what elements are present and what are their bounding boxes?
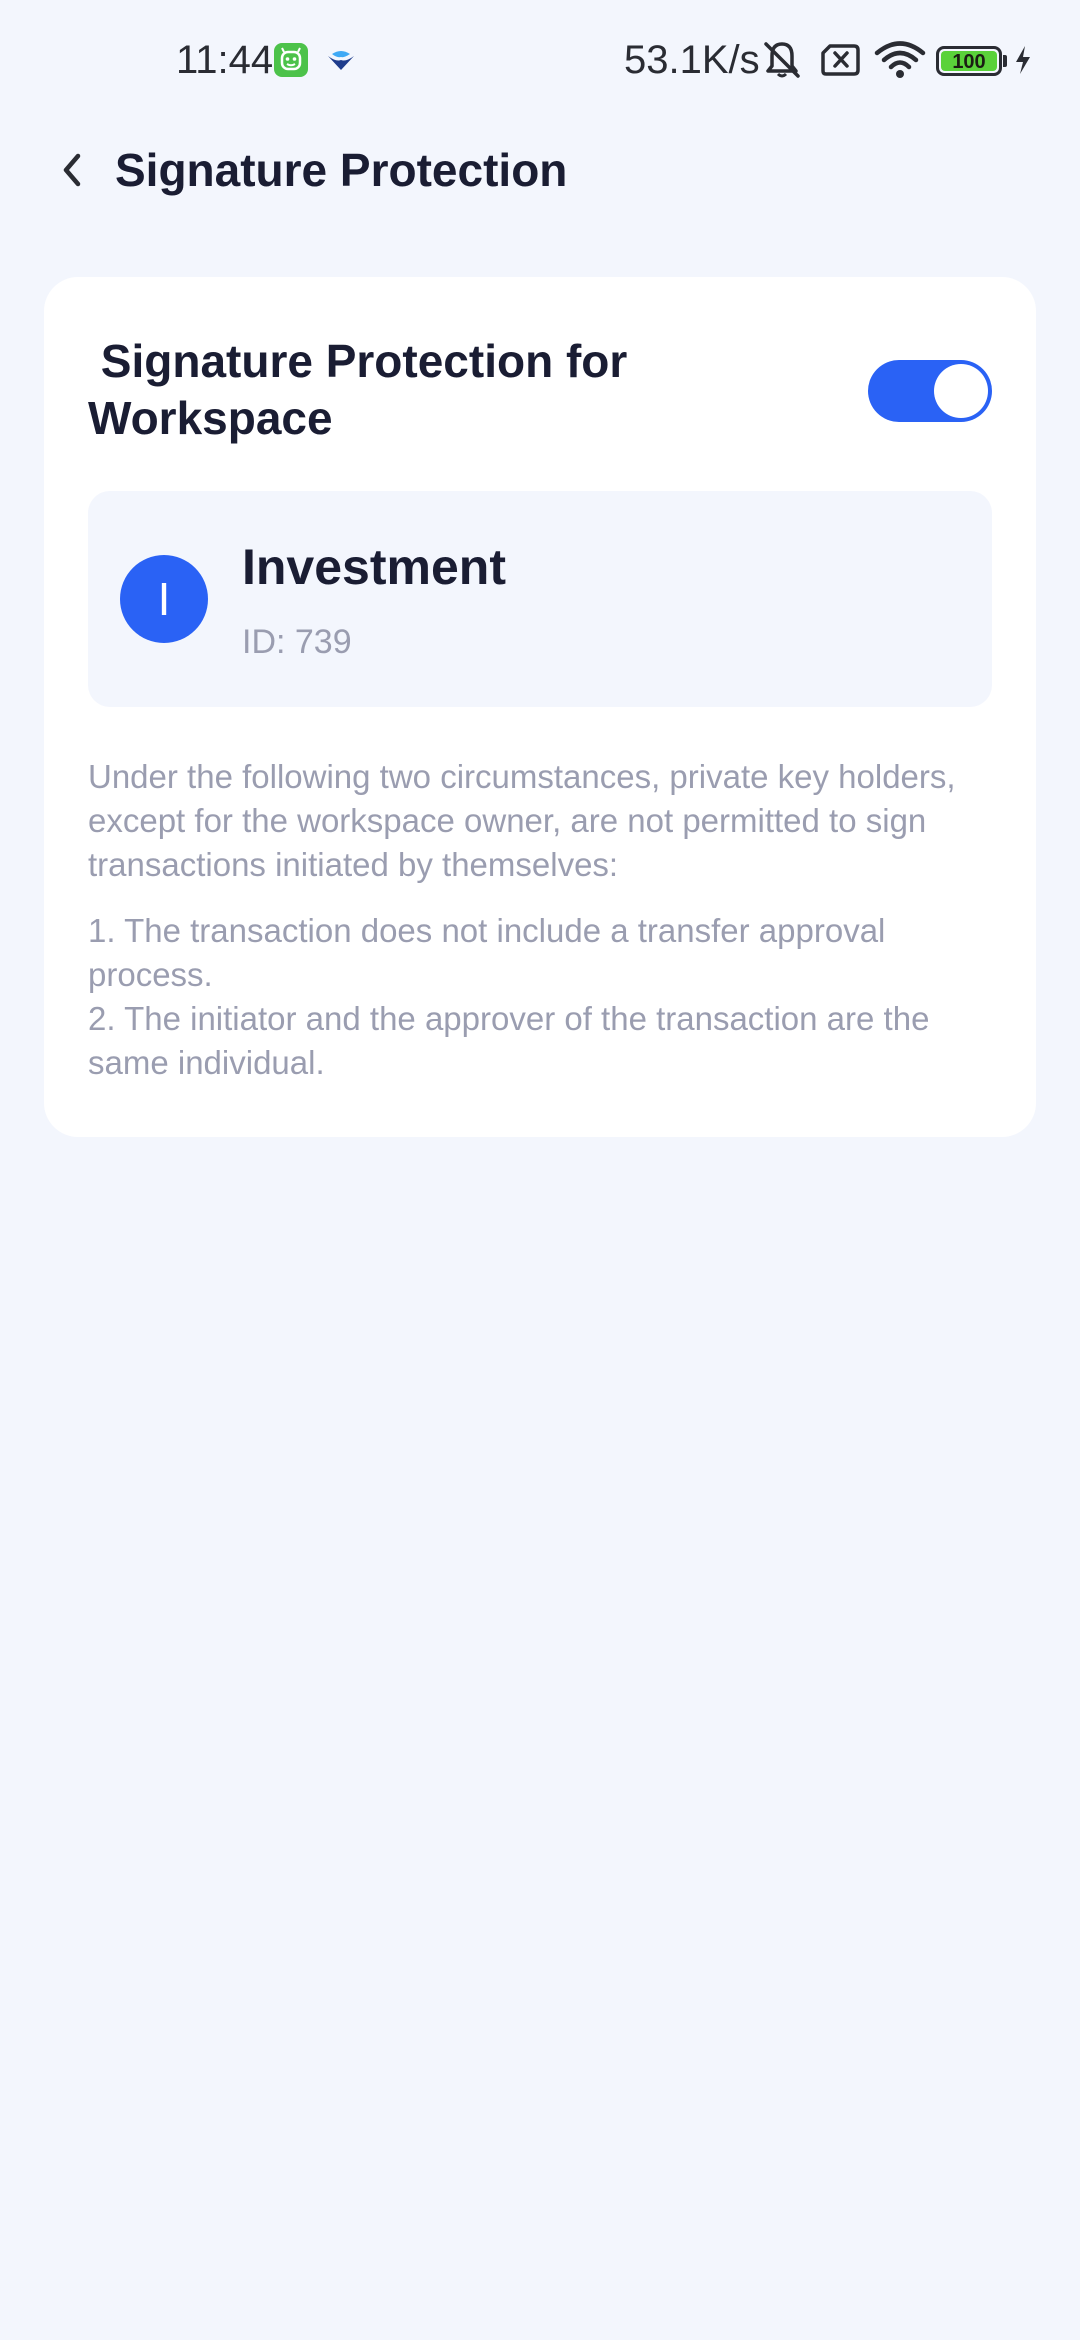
status-time: 11:44	[176, 38, 274, 82]
battery-level: 100	[941, 51, 997, 73]
toggle-knob	[934, 364, 988, 418]
description-item-2: 2. The initiator and the approver of the…	[88, 1000, 930, 1081]
sim-off-icon	[820, 40, 862, 80]
workspace-id: ID: 739	[242, 623, 352, 661]
app-notification-icon-2	[324, 44, 358, 78]
chevron-left-icon	[63, 153, 81, 187]
page-title: Signature Protection	[115, 144, 568, 196]
battery-icon: 100	[936, 46, 1002, 76]
charging-icon	[1012, 40, 1034, 80]
status-bar: 11:44 53.1K/s 100	[0, 0, 1080, 120]
back-button[interactable]	[44, 142, 100, 198]
battery-cap	[1003, 55, 1007, 67]
description-intro: Under the following two circumstances, p…	[88, 758, 956, 883]
header: Signature Protection	[0, 120, 1080, 220]
network-speed: 53.1K/s	[624, 38, 760, 82]
mute-icon	[760, 40, 804, 80]
description: Under the following two circumstances, p…	[88, 755, 998, 1085]
signature-protection-toggle[interactable]	[868, 360, 992, 422]
workspace-name: Investment	[242, 539, 506, 595]
app-notification-icon	[274, 43, 308, 77]
description-item-1: 1. The transaction does not include a tr…	[88, 912, 886, 993]
workspace-info: I Investment ID: 739	[88, 491, 992, 707]
signature-protection-card: Signature Protection for Workspace I Inv…	[44, 277, 1036, 1137]
wifi-icon	[874, 40, 926, 80]
workspace-avatar: I	[120, 555, 208, 643]
setting-title: Signature Protection for Workspace	[88, 335, 641, 444]
